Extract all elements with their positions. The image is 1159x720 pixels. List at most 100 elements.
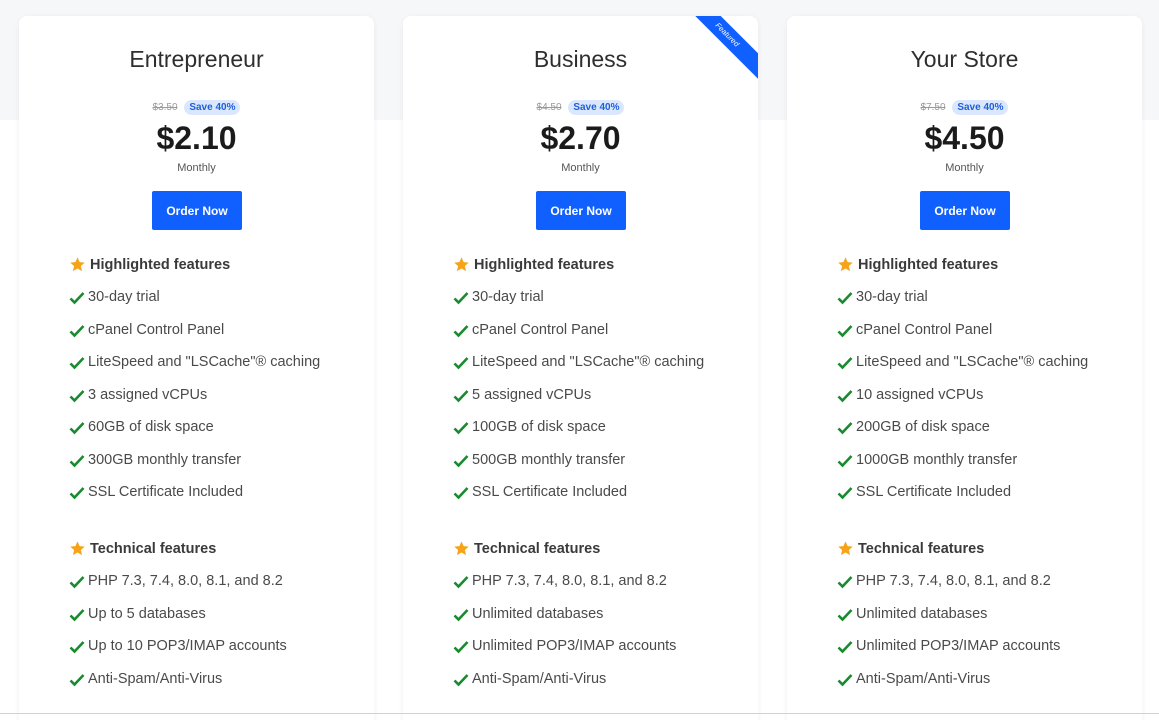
check-icon: [69, 389, 85, 402]
highlighted-features-list: 30-day trial cPanel Control Panel LiteSp…: [453, 289, 704, 517]
feature-text: PHP 7.3, 7.4, 8.0, 8.1, and 8.2: [472, 573, 667, 589]
feature-text: 300GB monthly transfer: [88, 451, 242, 468]
feature-text: 30-day trial: [88, 289, 160, 305]
save-badge: Save 40%: [952, 100, 1009, 115]
check-icon: [453, 576, 469, 589]
feature-text: LiteSpeed and "LSCache"® caching: [88, 354, 321, 370]
billing-period: Monthly: [945, 162, 984, 174]
technical-features-list: PHP 7.3, 7.4, 8.0, 8.1, and 8.2 Unlimite…: [453, 573, 676, 703]
list-item: LiteSpeed and "LSCache"® caching: [837, 354, 1088, 387]
plan-name: Your Store: [910, 46, 1019, 72]
list-item: LiteSpeed and "LSCache"® caching: [69, 354, 320, 387]
feature-text: Anti-Spam/Anti-Virus: [472, 670, 607, 687]
list-item: 30-day trial: [837, 289, 1088, 322]
star-icon: [838, 257, 853, 272]
highlighted-features-list: 30-day trial cPanel Control Panel LiteSp…: [837, 289, 1088, 517]
technical-features-heading: Technical features: [837, 540, 984, 557]
feature-text: SSL Certificate Included: [88, 484, 244, 500]
highlighted-features-heading: Highlighted features: [69, 256, 230, 273]
list-item: SSL Certificate Included: [837, 484, 1088, 517]
section-title: Highlighted features: [90, 256, 231, 273]
check-icon: [69, 487, 85, 500]
billing-period: Monthly: [177, 162, 216, 174]
check-icon: [453, 324, 469, 337]
feature-text: 5 assigned vCPUs: [472, 386, 592, 403]
technical-features-heading: Technical features: [453, 540, 600, 557]
old-price: $4.50: [536, 102, 562, 113]
list-item: 100GB of disk space: [453, 419, 704, 452]
plan-name: Entrepreneur: [129, 46, 264, 72]
check-icon: [453, 292, 469, 305]
feature-text: 30-day trial: [856, 289, 928, 305]
feature-text: cPanel Control Panel: [472, 321, 609, 338]
order-now-button[interactable]: Order Now: [152, 191, 242, 230]
list-item: PHP 7.3, 7.4, 8.0, 8.1, and 8.2: [837, 573, 1060, 606]
list-item: 500GB monthly transfer: [453, 452, 704, 485]
list-item: 200GB of disk space: [837, 419, 1088, 452]
section-title: Technical features: [858, 540, 985, 557]
feature-text: cPanel Control Panel: [856, 321, 993, 338]
feature-text: LiteSpeed and "LSCache"® caching: [856, 354, 1089, 370]
check-icon: [837, 357, 853, 370]
list-item: cPanel Control Panel: [837, 322, 1088, 355]
check-icon: [837, 576, 853, 589]
check-icon: [453, 422, 469, 435]
feature-text: Up to 5 databases: [88, 605, 206, 622]
list-item: 5 assigned vCPUs: [453, 387, 704, 420]
feature-text: PHP 7.3, 7.4, 8.0, 8.1, and 8.2: [88, 573, 283, 589]
check-icon: [837, 487, 853, 500]
feature-text: Anti-Spam/Anti-Virus: [88, 670, 223, 687]
section-title: Highlighted features: [474, 256, 615, 273]
plan-price: $4.50: [924, 120, 1005, 156]
list-item: Up to 10 POP3/IMAP accounts: [69, 638, 287, 671]
feature-text: Up to 10 POP3/IMAP accounts: [88, 638, 287, 654]
check-icon: [453, 608, 469, 621]
list-item: PHP 7.3, 7.4, 8.0, 8.1, and 8.2: [453, 573, 676, 606]
check-icon: [453, 357, 469, 370]
list-item: Unlimited POP3/IMAP accounts: [453, 638, 676, 671]
list-item: SSL Certificate Included: [69, 484, 320, 517]
section-title: Technical features: [90, 540, 217, 557]
highlighted-features-heading: Highlighted features: [453, 256, 614, 273]
check-icon: [453, 641, 469, 654]
feature-text: Anti-Spam/Anti-Virus: [856, 670, 991, 687]
list-item: LiteSpeed and "LSCache"® caching: [453, 354, 704, 387]
order-now-button[interactable]: Order Now: [920, 191, 1010, 230]
billing-period: Monthly: [561, 162, 600, 174]
check-icon: [837, 673, 853, 686]
check-icon: [69, 292, 85, 305]
check-icon: [453, 487, 469, 500]
feature-text: 10 assigned vCPUs: [856, 386, 984, 403]
pricing-page: Entrepreneur $3.50 Save 40% $2.10 Monthl…: [0, 0, 1159, 720]
check-icon: [69, 454, 85, 467]
list-item: SSL Certificate Included: [453, 484, 704, 517]
list-item: cPanel Control Panel: [453, 322, 704, 355]
feature-text: SSL Certificate Included: [472, 484, 628, 500]
check-icon: [837, 608, 853, 621]
highlighted-features-heading: Highlighted features: [837, 256, 998, 273]
list-item: Unlimited POP3/IMAP accounts: [837, 638, 1060, 671]
section-title: Technical features: [474, 540, 601, 557]
list-item: 3 assigned vCPUs: [69, 387, 320, 420]
feature-text: cPanel Control Panel: [88, 321, 225, 338]
check-icon: [837, 389, 853, 402]
check-icon: [837, 324, 853, 337]
list-item: Anti-Spam/Anti-Virus: [69, 671, 287, 704]
save-badge: Save 40%: [184, 100, 241, 115]
star-icon: [70, 257, 85, 272]
order-now-button[interactable]: Order Now: [536, 191, 626, 230]
feature-text: Unlimited databases: [472, 605, 604, 622]
check-icon: [69, 673, 85, 686]
plan-price: $2.70: [540, 120, 621, 156]
old-price: $7.50: [920, 102, 946, 113]
feature-text: 3 assigned vCPUs: [88, 386, 208, 403]
check-icon: [69, 422, 85, 435]
plan-card-entrepreneur: Entrepreneur $3.50 Save 40% $2.10 Monthl…: [19, 16, 374, 720]
price-discount-row: $3.50 Save 40%: [19, 100, 374, 115]
feature-text: 100GB of disk space: [472, 419, 606, 435]
check-icon: [837, 641, 853, 654]
star-icon: [70, 541, 85, 556]
save-badge: Save 40%: [568, 100, 625, 115]
technical-features-list: PHP 7.3, 7.4, 8.0, 8.1, and 8.2 Unlimite…: [837, 573, 1060, 703]
list-item: PHP 7.3, 7.4, 8.0, 8.1, and 8.2: [69, 573, 287, 606]
